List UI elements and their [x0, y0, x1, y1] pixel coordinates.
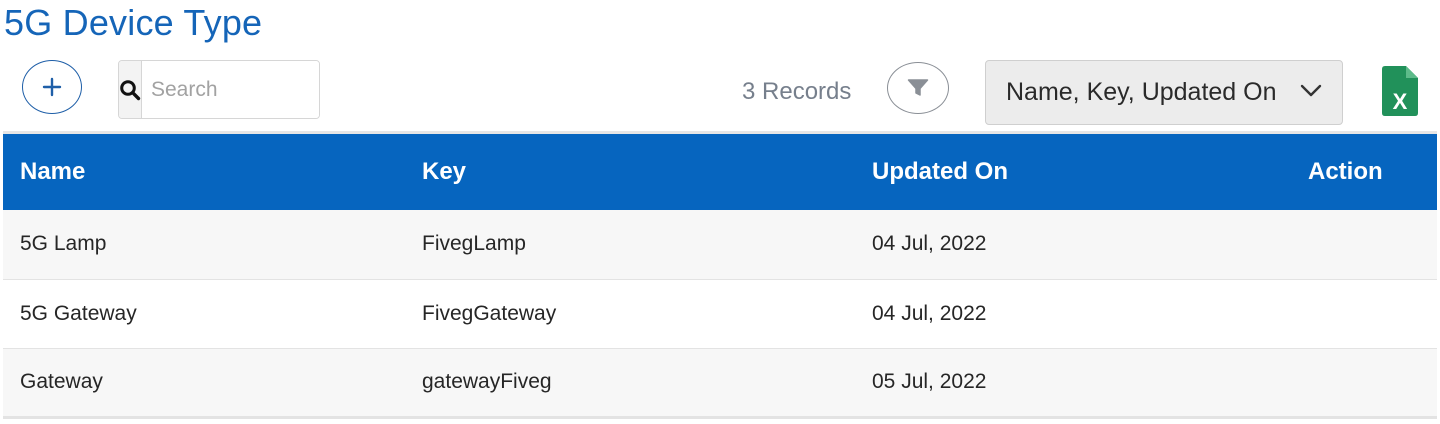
columns-select[interactable]: Name, Key, Updated On [985, 60, 1343, 125]
table-row: 5G Gateway FivegGateway 04 Jul, 2022 [3, 279, 1437, 349]
cell-name: Gateway [3, 348, 404, 419]
table-row: 5G Lamp FivegLamp 04 Jul, 2022 [3, 210, 1437, 280]
page-title: 5G Device Type [4, 2, 263, 43]
column-header-action: Action [1286, 134, 1437, 210]
cell-key: FivegGateway [404, 279, 854, 349]
add-button[interactable] [22, 60, 82, 114]
cell-action [1286, 348, 1437, 419]
cell-action [1286, 210, 1437, 280]
excel-icon: X [1382, 66, 1418, 116]
export-excel-button[interactable]: X [1380, 66, 1418, 116]
device-type-table: Name Key Updated On Action 5G Lamp Fiveg… [3, 134, 1437, 419]
records-count: 3 Records [742, 78, 852, 105]
search-icon [120, 79, 141, 100]
chevron-down-icon [1300, 84, 1322, 97]
filter-button[interactable] [887, 62, 949, 114]
cell-action [1286, 279, 1437, 349]
columns-select-value: Name, Key, Updated On [1006, 78, 1277, 106]
table-header-row: Name Key Updated On Action [3, 134, 1437, 210]
search-button[interactable] [119, 61, 142, 118]
cell-updated-on: 05 Jul, 2022 [854, 348, 1286, 419]
column-header-key[interactable]: Key [404, 134, 854, 210]
plus-icon [42, 77, 62, 97]
cell-updated-on: 04 Jul, 2022 [854, 279, 1286, 349]
svg-text:X: X [1393, 89, 1408, 114]
cell-name: 5G Gateway [3, 279, 404, 349]
column-header-updated-on[interactable]: Updated On [854, 134, 1286, 210]
search-input[interactable] [142, 61, 319, 118]
table-row: Gateway gatewayFiveg 05 Jul, 2022 [3, 348, 1437, 419]
cell-key: gatewayFiveg [404, 348, 854, 419]
cell-key: FivegLamp [404, 210, 854, 280]
search-box [118, 60, 320, 119]
cell-updated-on: 04 Jul, 2022 [854, 210, 1286, 280]
column-header-name[interactable]: Name [3, 134, 404, 210]
filter-icon [907, 79, 929, 96]
cell-name: 5G Lamp [3, 210, 404, 280]
